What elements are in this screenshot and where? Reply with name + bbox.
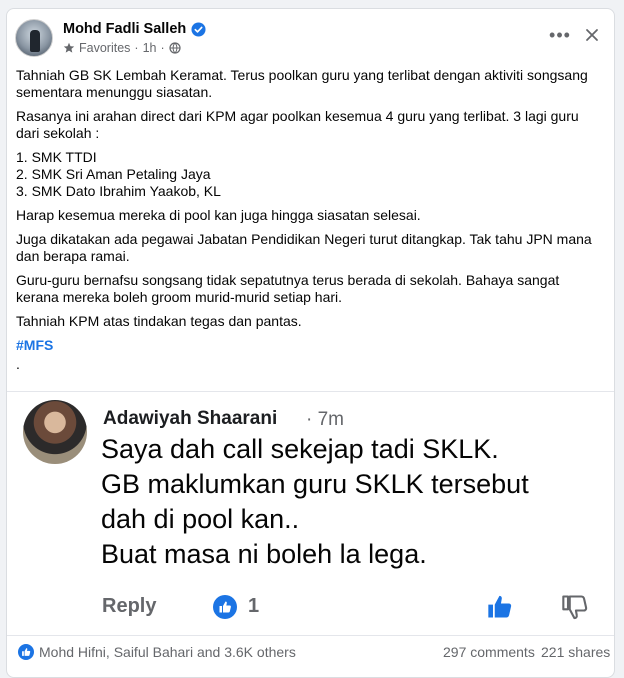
school-list: 1. SMK TTDI 2. SMK Sri Aman Petaling Jay… xyxy=(16,149,601,200)
hashtag-link[interactable]: #MFS xyxy=(16,337,601,354)
close-icon xyxy=(586,29,598,41)
post-body: Tahniah GB SK Lembah Keramat. Terus pool… xyxy=(16,67,601,380)
thumbs-down-icon xyxy=(562,595,588,620)
more-options-button[interactable]: ••• xyxy=(548,23,572,47)
post-paragraph: Juga dikatakan ada pegawai Jabatan Pendi… xyxy=(16,231,592,264)
post-meta: Favorites · 1h · xyxy=(63,41,181,55)
post-header: Mohd Fadli Salleh Favorites · 1h · ••• xyxy=(15,19,606,59)
post-footer: Mohd Hifni, Saiful Bahari and 3.6K other… xyxy=(7,635,614,677)
post-paragraph: Harap kesemua mereka di pool kan juga hi… xyxy=(16,207,421,223)
post-paragraph: Rasanya ini arahan direct dari KPM agar … xyxy=(16,108,579,141)
reactions-text: Mohd Hifni, Saiful Bahari and 3.6K other… xyxy=(39,644,296,660)
commenter-avatar xyxy=(23,400,87,464)
globe-icon xyxy=(169,42,181,54)
author-avatar[interactable] xyxy=(15,19,53,57)
post-paragraph: Guru-guru bernafsu songsang tidak sepatu… xyxy=(16,272,560,305)
comment-line: Saya dah call sekejap tadi SKLK. xyxy=(101,434,499,464)
comment-screenshot-image[interactable]: Adawiyah Shaarani · 7m Saya dah call sek… xyxy=(7,391,614,631)
comment-time: · 7m xyxy=(306,409,344,430)
list-item: 3. SMK Dato Ibrahim Yaakob, KL xyxy=(16,183,221,199)
post-card: Mohd Fadli Salleh Favorites · 1h · ••• T… xyxy=(6,8,615,678)
shares-count[interactable]: 221 shares xyxy=(541,644,610,660)
post-time[interactable]: 1h xyxy=(143,41,157,55)
comments-count[interactable]: 297 comments xyxy=(443,644,535,660)
author-name[interactable]: Mohd Fadli Salleh xyxy=(63,21,186,37)
like-reaction-icon xyxy=(18,644,34,660)
list-item: 1. SMK TTDI xyxy=(16,149,97,165)
verified-badge-icon xyxy=(191,21,206,37)
thumbs-up-icon xyxy=(488,595,512,618)
like-badge xyxy=(213,595,237,619)
more-dots-icon: ••• xyxy=(549,24,571,45)
audience-label: Favorites xyxy=(79,41,131,55)
comment-line: Buat masa ni boleh la lega. xyxy=(101,539,427,569)
commenter-name: Adawiyah Shaarani xyxy=(103,408,278,429)
post-paragraph: Tahniah GB SK Lembah Keramat. Terus pool… xyxy=(16,67,588,100)
comment-reply-label: Reply xyxy=(102,595,157,617)
close-button[interactable] xyxy=(580,23,604,47)
comment-like-count: 1 xyxy=(248,595,260,617)
trailing-dot: . xyxy=(16,356,20,372)
comment-line: dah di pool kan.. xyxy=(101,504,300,534)
thumbs-up-icon xyxy=(219,601,231,613)
star-icon xyxy=(63,42,75,53)
comment-text: Saya dah call sekejap tadi SKLK. GB makl… xyxy=(101,432,601,572)
post-paragraph: Tahniah KPM atas tindakan tegas dan pant… xyxy=(16,313,302,329)
list-item: 2. SMK Sri Aman Petaling Jaya xyxy=(16,166,211,182)
comment-line: GB maklumkan guru SKLK tersebut xyxy=(101,469,529,499)
reactions-summary[interactable]: Mohd Hifni, Saiful Bahari and 3.6K other… xyxy=(18,644,296,660)
author-name-row: Mohd Fadli Salleh xyxy=(63,21,206,37)
